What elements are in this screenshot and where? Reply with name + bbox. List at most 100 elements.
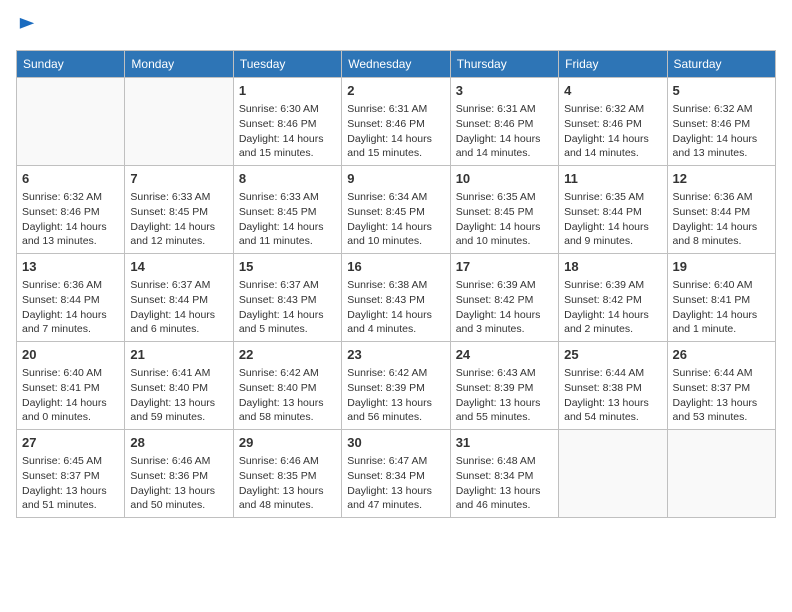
day-number: 7 bbox=[130, 170, 227, 188]
day-info-text: Sunset: 8:44 PM bbox=[22, 293, 119, 308]
calendar-day-cell: 4Sunrise: 6:32 AMSunset: 8:46 PMDaylight… bbox=[559, 78, 667, 166]
day-info-text: Daylight: 14 hours and 14 minutes. bbox=[456, 132, 553, 161]
day-number: 20 bbox=[22, 346, 119, 364]
day-info-text: Daylight: 14 hours and 12 minutes. bbox=[130, 220, 227, 249]
calendar-day-cell: 18Sunrise: 6:39 AMSunset: 8:42 PMDayligh… bbox=[559, 254, 667, 342]
weekday-header-cell: Friday bbox=[559, 51, 667, 78]
day-info-text: Daylight: 13 hours and 56 minutes. bbox=[347, 396, 444, 425]
day-info-text: Sunrise: 6:46 AM bbox=[130, 454, 227, 469]
day-number: 9 bbox=[347, 170, 444, 188]
day-info-text: Sunset: 8:46 PM bbox=[239, 117, 336, 132]
day-info-text: Sunset: 8:43 PM bbox=[239, 293, 336, 308]
day-info-text: Sunset: 8:34 PM bbox=[347, 469, 444, 484]
day-info-text: Daylight: 14 hours and 15 minutes. bbox=[347, 132, 444, 161]
day-info-text: Sunset: 8:46 PM bbox=[22, 205, 119, 220]
calendar-day-cell: 26 Sunrise: 6:44 AMSunset: 8:37 PMDayligh… bbox=[667, 342, 775, 430]
day-info-text: Daylight: 14 hours and 9 minutes. bbox=[564, 220, 661, 249]
day-number: 28 bbox=[130, 434, 227, 452]
calendar-day-cell: 28 Sunrise: 6:46 AMSunset: 8:36 PMDayligh… bbox=[125, 429, 233, 517]
day-info-text: Sunrise: 6:37 AM bbox=[239, 278, 336, 293]
day-info-text: Daylight: 13 hours and 53 minutes. bbox=[673, 396, 770, 425]
calendar-day-cell: 16Sunrise: 6:38 AMSunset: 8:43 PMDayligh… bbox=[342, 254, 450, 342]
calendar-day-cell bbox=[17, 78, 125, 166]
calendar-day-cell: 25Sunrise: 6:44 AMSunset: 8:38 PMDayligh… bbox=[559, 342, 667, 430]
day-number: 16 bbox=[347, 258, 444, 276]
logo bbox=[16, 16, 36, 40]
day-info-text: Daylight: 14 hours and 7 minutes. bbox=[22, 308, 119, 337]
day-info-text: Daylight: 14 hours and 3 minutes. bbox=[456, 308, 553, 337]
day-info-text: Sunset: 8:42 PM bbox=[564, 293, 661, 308]
calendar-day-cell bbox=[125, 78, 233, 166]
day-info-text: Sunrise: 6:35 AM bbox=[564, 190, 661, 205]
day-info-text: Daylight: 13 hours and 58 minutes. bbox=[239, 396, 336, 425]
day-info-text: Sunrise: 6:31 AM bbox=[347, 102, 444, 117]
day-info-text: Sunrise: 6:42 AM bbox=[239, 366, 336, 381]
day-info-text: Sunset: 8:37 PM bbox=[673, 381, 770, 396]
calendar-day-cell bbox=[559, 429, 667, 517]
day-info-text: Sunset: 8:38 PM bbox=[564, 381, 661, 396]
day-info-text: Sunrise: 6:34 AM bbox=[347, 190, 444, 205]
day-number: 2 bbox=[347, 82, 444, 100]
day-info-text: Sunset: 8:41 PM bbox=[673, 293, 770, 308]
day-info-text: Daylight: 14 hours and 5 minutes. bbox=[239, 308, 336, 337]
calendar-day-cell: 29Sunrise: 6:46 AMSunset: 8:35 PMDayligh… bbox=[233, 429, 341, 517]
day-number: 27 bbox=[22, 434, 119, 452]
day-info-text: Sunrise: 6:36 AM bbox=[22, 278, 119, 293]
calendar-day-cell bbox=[667, 429, 775, 517]
day-info-text: Sunrise: 6:48 AM bbox=[456, 454, 553, 469]
day-info-text: Sunset: 8:46 PM bbox=[673, 117, 770, 132]
weekday-header-cell: Wednesday bbox=[342, 51, 450, 78]
calendar-day-cell: 12Sunrise: 6:36 AMSunset: 8:44 PMDayligh… bbox=[667, 166, 775, 254]
day-number: 25 bbox=[564, 346, 661, 364]
calendar-day-cell: 1Sunrise: 6:30 AMSunset: 8:46 PMDaylight… bbox=[233, 78, 341, 166]
day-info-text: Sunrise: 6:39 AM bbox=[564, 278, 661, 293]
day-number: 17 bbox=[456, 258, 553, 276]
day-info-text: Sunset: 8:46 PM bbox=[456, 117, 553, 132]
day-info-text: Sunrise: 6:44 AM bbox=[673, 366, 770, 381]
calendar-day-cell: 27Sunrise: 6:45 AMSunset: 8:37 PMDayligh… bbox=[17, 429, 125, 517]
weekday-header-cell: Tuesday bbox=[233, 51, 341, 78]
weekday-header-cell: Sunday bbox=[17, 51, 125, 78]
day-info-text: Sunset: 8:44 PM bbox=[130, 293, 227, 308]
day-info-text: Daylight: 13 hours and 55 minutes. bbox=[456, 396, 553, 425]
day-number: 12 bbox=[673, 170, 770, 188]
day-info-text: Daylight: 13 hours and 59 minutes. bbox=[130, 396, 227, 425]
calendar-day-cell: 21Sunrise: 6:41 AMSunset: 8:40 PMDayligh… bbox=[125, 342, 233, 430]
calendar-day-cell: 20Sunrise: 6:40 AMSunset: 8:41 PMDayligh… bbox=[17, 342, 125, 430]
day-number: 24 bbox=[456, 346, 553, 364]
day-number: 13 bbox=[22, 258, 119, 276]
day-number: 26 bbox=[673, 346, 770, 364]
day-info-text: Daylight: 13 hours and 54 minutes. bbox=[564, 396, 661, 425]
calendar-day-cell: 22Sunrise: 6:42 AMSunset: 8:40 PMDayligh… bbox=[233, 342, 341, 430]
day-info-text: Sunrise: 6:42 AM bbox=[347, 366, 444, 381]
calendar-week-row: 20Sunrise: 6:40 AMSunset: 8:41 PMDayligh… bbox=[17, 342, 776, 430]
day-number: 19 bbox=[673, 258, 770, 276]
day-info-text: Sunrise: 6:33 AM bbox=[239, 190, 336, 205]
day-info-text: Daylight: 13 hours and 50 minutes. bbox=[130, 484, 227, 513]
day-number: 1 bbox=[239, 82, 336, 100]
calendar-day-cell: 14Sunrise: 6:37 AMSunset: 8:44 PMDayligh… bbox=[125, 254, 233, 342]
day-info-text: Daylight: 14 hours and 0 minutes. bbox=[22, 396, 119, 425]
calendar-week-row: 6Sunrise: 6:32 AMSunset: 8:46 PMDaylight… bbox=[17, 166, 776, 254]
day-info-text: Sunset: 8:39 PM bbox=[456, 381, 553, 396]
day-info-text: Sunrise: 6:46 AM bbox=[239, 454, 336, 469]
day-info-text: Sunrise: 6:40 AM bbox=[22, 366, 119, 381]
day-info-text: Sunrise: 6:37 AM bbox=[130, 278, 227, 293]
calendar-day-cell: 31Sunrise: 6:48 AMSunset: 8:34 PMDayligh… bbox=[450, 429, 558, 517]
day-info-text: Daylight: 14 hours and 10 minutes. bbox=[347, 220, 444, 249]
day-number: 31 bbox=[456, 434, 553, 452]
day-info-text: Sunset: 8:42 PM bbox=[456, 293, 553, 308]
day-number: 5 bbox=[673, 82, 770, 100]
day-info-text: Daylight: 14 hours and 10 minutes. bbox=[456, 220, 553, 249]
day-number: 8 bbox=[239, 170, 336, 188]
day-number: 3 bbox=[456, 82, 553, 100]
day-info-text: Sunset: 8:45 PM bbox=[456, 205, 553, 220]
calendar-day-cell: 5Sunrise: 6:32 AMSunset: 8:46 PMDaylight… bbox=[667, 78, 775, 166]
calendar-day-cell: 2Sunrise: 6:31 AMSunset: 8:46 PMDaylight… bbox=[342, 78, 450, 166]
day-info-text: Daylight: 14 hours and 6 minutes. bbox=[130, 308, 227, 337]
day-info-text: Sunrise: 6:40 AM bbox=[673, 278, 770, 293]
day-info-text: Sunset: 8:36 PM bbox=[130, 469, 227, 484]
day-info-text: Daylight: 14 hours and 1 minute. bbox=[673, 308, 770, 337]
day-number: 6 bbox=[22, 170, 119, 188]
day-info-text: Daylight: 14 hours and 8 minutes. bbox=[673, 220, 770, 249]
